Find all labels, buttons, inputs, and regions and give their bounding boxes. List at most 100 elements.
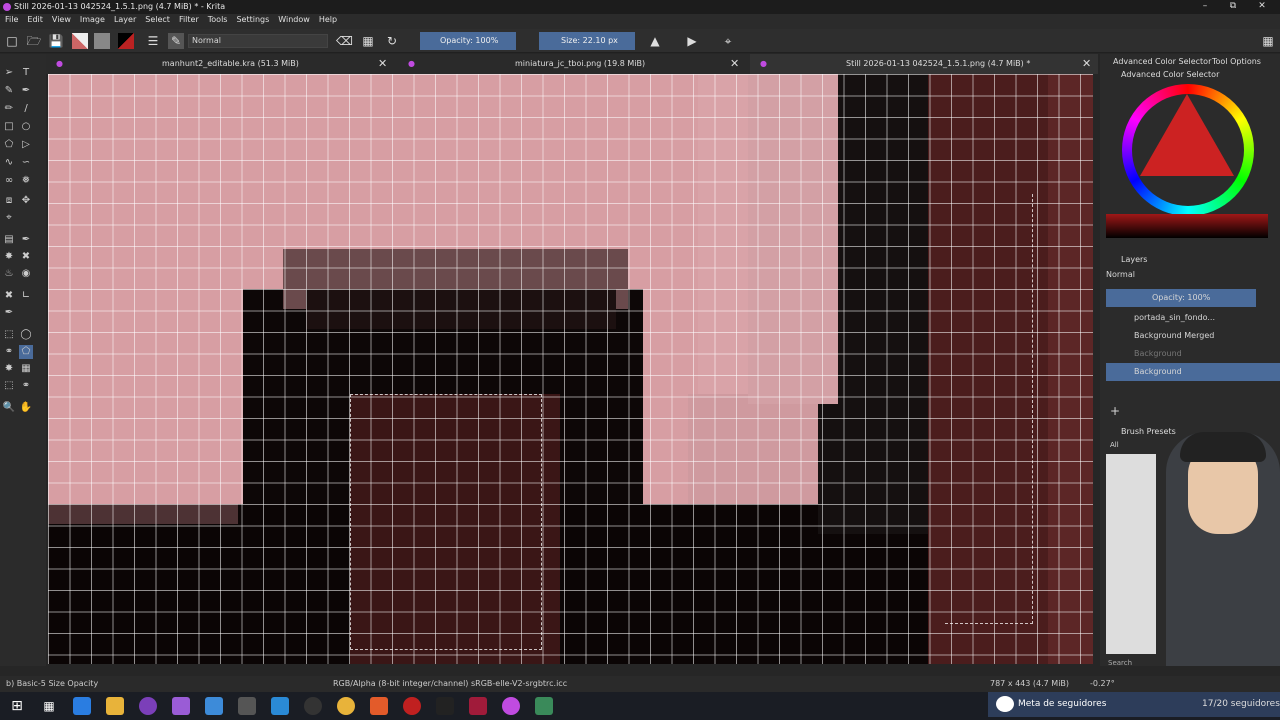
magnetic-select-icon[interactable]: ⚭ <box>19 379 33 393</box>
blend-mode-select[interactable]: Normal <box>188 34 328 48</box>
eraser-icon[interactable]: ⌫ <box>336 33 353 49</box>
color-picker-icon[interactable]: ✒ <box>19 233 33 247</box>
crop-tool-icon[interactable]: ⌖ <box>2 211 16 225</box>
bezier-tool-icon[interactable]: ∿ <box>2 156 16 170</box>
preset-grid[interactable] <box>1106 454 1156 654</box>
rectangle-tool-icon[interactable]: □ <box>2 120 16 134</box>
new-file-icon[interactable]: □ <box>4 33 20 49</box>
taskview-icon[interactable]: ▦ <box>40 697 58 715</box>
layer-row[interactable]: Background Merged <box>1106 327 1280 345</box>
app-icon-1[interactable] <box>73 697 91 715</box>
edit-shapes-icon[interactable]: ✎ <box>2 84 16 98</box>
gradient-tool-icon[interactable]: ▤ <box>2 233 16 247</box>
menu-tools[interactable]: Tools <box>203 14 232 24</box>
ellipse-tool-icon[interactable]: ○ <box>19 120 33 134</box>
ellipse-select-icon[interactable]: ◯ <box>19 328 33 342</box>
reference-tool-icon[interactable]: ∟ <box>19 289 33 303</box>
brush-settings-icon[interactable]: ☰ <box>145 33 161 49</box>
pan-tool-icon[interactable]: ✋ <box>19 401 33 415</box>
color-triangle[interactable] <box>1140 94 1234 176</box>
transform-tool-icon[interactable]: ⧈ <box>2 194 16 208</box>
multibrush-icon[interactable]: ❅ <box>19 174 33 188</box>
tab-color-selector[interactable]: Advanced Color Selector <box>1113 57 1211 66</box>
fg-bg-color-icon[interactable] <box>118 33 134 49</box>
menu-file[interactable]: File <box>0 14 22 24</box>
layer-row[interactable]: Background <box>1106 345 1280 363</box>
terminal-icon[interactable] <box>436 697 454 715</box>
assistant-tool-icon[interactable]: ✖ <box>19 250 33 264</box>
open-file-icon[interactable]: 🗁 <box>26 33 42 49</box>
pin-tool-icon[interactable]: ✒ <box>2 306 16 320</box>
tab-miniatura[interactable]: ● miniatura_jc_tboi.png (19.8 MiB) ✕ <box>398 54 748 74</box>
alpha-lock-icon[interactable]: ▦ <box>360 33 376 49</box>
gradient-swatch-icon[interactable] <box>72 33 88 49</box>
save-icon[interactable]: 💾 <box>48 33 64 49</box>
app-icon-13[interactable] <box>469 697 487 715</box>
krita-taskbar-icon[interactable] <box>502 697 520 715</box>
layer-row[interactable]: portada_sin_fondo... <box>1106 309 1280 327</box>
line-tool-icon[interactable]: / <box>19 102 33 116</box>
close-window-button[interactable]: ✕ <box>1252 1 1272 11</box>
tab-manhunt2[interactable]: ● manhunt2_editable.kra (51.3 MiB) ✕ <box>46 54 396 74</box>
add-layer-icon[interactable]: + <box>1110 404 1120 418</box>
menu-edit[interactable]: Edit <box>22 14 47 24</box>
brush-preset-icon[interactable]: ✎ <box>168 33 184 49</box>
polygon-select-icon[interactable]: ⬠ <box>19 345 33 359</box>
tab-tool-options[interactable]: Tool Options <box>1212 57 1261 66</box>
menu-settings[interactable]: Settings <box>231 14 273 24</box>
minimize-button[interactable]: – <box>1195 1 1215 11</box>
app-icon-3[interactable] <box>139 697 157 715</box>
enclose-fill-icon[interactable]: ◉ <box>19 267 33 281</box>
pattern-swatch-icon[interactable] <box>94 33 110 49</box>
app-icon-4[interactable] <box>172 697 190 715</box>
menu-filter[interactable]: Filter <box>174 14 203 24</box>
app-icon-5[interactable] <box>205 697 223 715</box>
app-icon-15[interactable] <box>535 697 553 715</box>
tab-still[interactable]: ● Still 2026-01-13 042524_1.5.1.png (4.7… <box>750 54 1098 74</box>
polygon-tool-icon[interactable]: ⬠ <box>2 138 16 152</box>
lasso-select-icon[interactable]: ⚭ <box>2 345 16 359</box>
menu-image[interactable]: Image <box>75 14 109 24</box>
bezier-select-icon[interactable]: ⬚ <box>2 379 16 393</box>
smart-patch-icon[interactable]: ✸ <box>2 250 16 264</box>
brush-tool-icon[interactable]: ✏ <box>2 102 16 116</box>
menu-window[interactable]: Window <box>273 14 314 24</box>
fill-tool-icon[interactable]: ♨ <box>2 267 16 281</box>
select-tool-icon[interactable]: ➢ <box>2 66 16 80</box>
explorer-icon[interactable] <box>106 697 124 715</box>
menu-layer[interactable]: Layer <box>109 14 140 24</box>
text-tool-icon[interactable]: T <box>19 66 33 80</box>
menu-view[interactable]: View <box>47 14 75 24</box>
layers-opacity-slider[interactable]: Opacity: 100% <box>1106 289 1256 307</box>
close-tab-icon[interactable]: ✕ <box>378 54 387 74</box>
polyline-tool-icon[interactable]: ▷ <box>19 138 33 152</box>
reload-icon[interactable]: ↻ <box>384 33 400 49</box>
calligraphy-icon[interactable]: ✒ <box>19 84 33 98</box>
mirror-horizontal-icon[interactable]: ▲ <box>647 33 663 49</box>
preset-search[interactable]: Search <box>1108 659 1132 667</box>
app-icon-6[interactable] <box>238 697 256 715</box>
close-tab-icon[interactable]: ✕ <box>1082 54 1091 74</box>
restore-button[interactable]: ⧉ <box>1223 1 1243 11</box>
opacity-slider[interactable]: Opacity: 100% <box>420 32 516 50</box>
workspace-icon[interactable]: ▦ <box>1260 33 1276 49</box>
menu-help[interactable]: Help <box>314 14 341 24</box>
start-icon[interactable]: ⊞ <box>8 697 26 715</box>
app-icon-11[interactable] <box>403 697 421 715</box>
layers-blend-select[interactable]: Normal <box>1106 270 1256 283</box>
menu-select[interactable]: Select <box>140 14 174 24</box>
vscode-icon[interactable] <box>271 697 289 715</box>
dynamic-brush-icon[interactable]: ∞ <box>2 174 16 188</box>
size-slider[interactable]: Size: 22.10 px <box>539 32 635 50</box>
mirror-vertical-icon[interactable]: ▶ <box>684 33 700 49</box>
chrome-icon[interactable] <box>337 697 355 715</box>
move-tool-icon[interactable]: ✥ <box>19 194 33 208</box>
contiguous-select-icon[interactable]: ✸ <box>2 362 16 376</box>
zoom-tool-icon[interactable]: 🔍 <box>2 401 16 415</box>
obs-icon[interactable] <box>304 697 322 715</box>
freehand-path-icon[interactable]: ∽ <box>19 156 33 170</box>
brave-icon[interactable] <box>370 697 388 715</box>
similar-select-icon[interactable]: ▦ <box>19 362 33 376</box>
canvas[interactable] <box>48 74 1093 664</box>
close-tab-icon[interactable]: ✕ <box>730 54 739 74</box>
